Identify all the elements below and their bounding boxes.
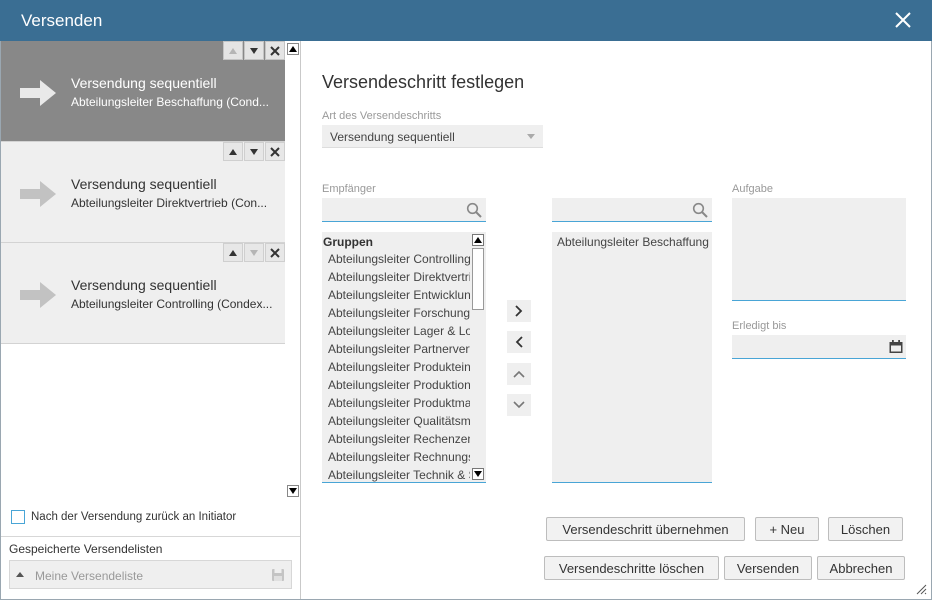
remove-step-icon[interactable] (265, 41, 285, 60)
step-controls (222, 142, 285, 162)
list-item[interactable]: Abteilungsleiter Controlling (328, 252, 470, 270)
search-icon[interactable] (466, 202, 482, 218)
chevron-left-icon (515, 336, 523, 348)
initiator-label: Nach der Versendung zurück an Initiator (31, 511, 237, 523)
step-title: Versendung sequentiell (71, 277, 217, 293)
step-item[interactable]: Versendung sequentiell Abteilungsleiter … (1, 243, 285, 344)
cancel-button[interactable]: Abbrechen (817, 556, 905, 580)
move-up-icon (223, 41, 243, 60)
scroll-down-icon[interactable] (287, 485, 299, 497)
chevron-down-icon (513, 401, 525, 409)
remove-step-icon[interactable] (265, 243, 285, 262)
close-icon[interactable] (894, 11, 912, 29)
task-textarea[interactable] (732, 198, 906, 301)
list-item[interactable]: Abteilungsleiter Produktmanagement (328, 396, 470, 414)
move-down-icon (244, 243, 264, 262)
save-icon[interactable] (271, 568, 285, 582)
list-item[interactable]: Abteilungsleiter Entwicklung (328, 288, 470, 306)
new-step-button[interactable]: + Neu (755, 517, 819, 541)
step-title: Versendung sequentiell (71, 176, 217, 192)
step-list: Versendung sequentiell Abteilungsleiter … (1, 41, 286, 344)
send-button[interactable]: Versenden (724, 556, 812, 580)
left-panel: Versendung sequentiell Abteilungsleiter … (1, 41, 301, 599)
step-item[interactable]: Versendung sequentiell Abteilungsleiter … (1, 142, 285, 243)
search-icon[interactable] (692, 202, 708, 218)
target-search-input[interactable] (552, 198, 712, 222)
step-subtitle: Abteilungsleiter Controlling (Condex... (71, 297, 273, 311)
art-label: Art des Versendeschritts (322, 110, 442, 122)
remove-step-icon[interactable] (265, 142, 285, 161)
arrow-right-icon (20, 80, 56, 106)
list-item[interactable]: Abteilungsleiter Qualitätsmanagement (328, 414, 470, 432)
step-controls (222, 41, 285, 61)
task-label: Aufgabe (732, 183, 773, 195)
chevron-up-icon (513, 370, 525, 378)
list-item[interactable]: Abteilungsleiter Beschaffung (557, 235, 709, 249)
add-recipient-button[interactable] (507, 300, 531, 322)
recipient-list[interactable]: Gruppen Abteilungsleiter Controlling Abt… (322, 232, 486, 483)
list-item[interactable]: Abteilungsleiter Direktvertrieb (328, 270, 470, 288)
step-controls (222, 243, 285, 263)
recipient-list-scrollbar[interactable] (472, 233, 485, 482)
divider (1, 536, 300, 537)
recipient-search-input[interactable] (322, 198, 486, 222)
saved-lists-label: Gespeicherte Versendelisten (9, 542, 163, 556)
selected-recipient-list[interactable]: Abteilungsleiter Beschaffung (552, 232, 712, 483)
list-item[interactable]: Abteilungsleiter Rechenzentrum (328, 432, 470, 450)
move-up-icon[interactable] (223, 142, 243, 161)
list-item[interactable]: Abteilungsleiter Rechnungswesen (328, 450, 470, 468)
move-up-icon[interactable] (223, 243, 243, 262)
apply-step-button[interactable]: Versendeschritt übernehmen (546, 517, 745, 541)
step-title: Versendung sequentiell (71, 75, 217, 91)
recipients-label: Empfänger (322, 183, 376, 195)
arrow-right-icon (20, 282, 56, 308)
art-value: Versendung sequentiell (330, 130, 455, 144)
saved-lists-select[interactable]: Meine Versendeliste (9, 560, 292, 589)
due-label: Erledigt bis (732, 320, 787, 332)
due-date-field[interactable] (732, 335, 906, 359)
remove-recipient-button[interactable] (507, 331, 531, 353)
step-list-scrollbar[interactable] (286, 41, 300, 501)
title-bar: Versenden (0, 0, 932, 41)
move-down-icon[interactable] (244, 142, 264, 161)
calendar-icon[interactable] (889, 340, 903, 354)
group-header: Gruppen (323, 235, 373, 249)
arrow-right-icon (20, 181, 56, 207)
step-subtitle: Abteilungsleiter Direktvertrieb (Con... (71, 196, 268, 210)
move-recipient-up-button[interactable] (507, 363, 531, 385)
delete-steps-button[interactable]: Versendeschritte löschen (544, 556, 719, 580)
recipient-items: Abteilungsleiter Controlling Abteilungsl… (328, 252, 470, 482)
move-recipient-down-button[interactable] (507, 394, 531, 416)
list-item[interactable]: Abteilungsleiter Partnervertrieb (328, 342, 470, 360)
scroll-thumb[interactable] (472, 248, 484, 310)
move-down-icon[interactable] (244, 41, 264, 60)
initiator-checkbox[interactable] (11, 510, 25, 524)
scroll-down-icon[interactable] (472, 468, 484, 480)
chevron-down-icon (527, 134, 535, 139)
step-subtitle: Abteilungsleiter Beschaffung (Cond... (71, 95, 269, 109)
scroll-up-icon[interactable] (472, 234, 484, 246)
page-title: Versendeschritt festlegen (322, 72, 525, 92)
step-item[interactable]: Versendung sequentiell Abteilungsleiter … (1, 41, 285, 142)
initiator-option[interactable]: Nach der Versendung zurück an Initiator (11, 510, 236, 524)
delete-step-button[interactable]: Löschen (828, 517, 903, 541)
list-item[interactable]: Abteilungsleiter Produkteinführung (328, 360, 470, 378)
list-item[interactable]: Abteilungsleiter Forschung (328, 306, 470, 324)
art-select[interactable]: Versendung sequentiell (322, 125, 543, 148)
step-editor: Versendeschritt festlegen Art des Versen… (302, 41, 931, 599)
resize-grip-icon[interactable] (916, 584, 927, 595)
caret-up-icon (16, 572, 24, 577)
list-item[interactable]: Abteilungsleiter Lager & Logistik (328, 324, 470, 342)
list-item[interactable]: Abteilungsleiter Technik & Service (328, 468, 470, 482)
chevron-right-icon (515, 305, 523, 317)
saved-lists-placeholder: Meine Versendeliste (35, 569, 144, 583)
window-title: Versenden (21, 11, 103, 30)
list-item[interactable]: Abteilungsleiter Produktion (328, 378, 470, 396)
scroll-up-icon[interactable] (287, 43, 299, 55)
